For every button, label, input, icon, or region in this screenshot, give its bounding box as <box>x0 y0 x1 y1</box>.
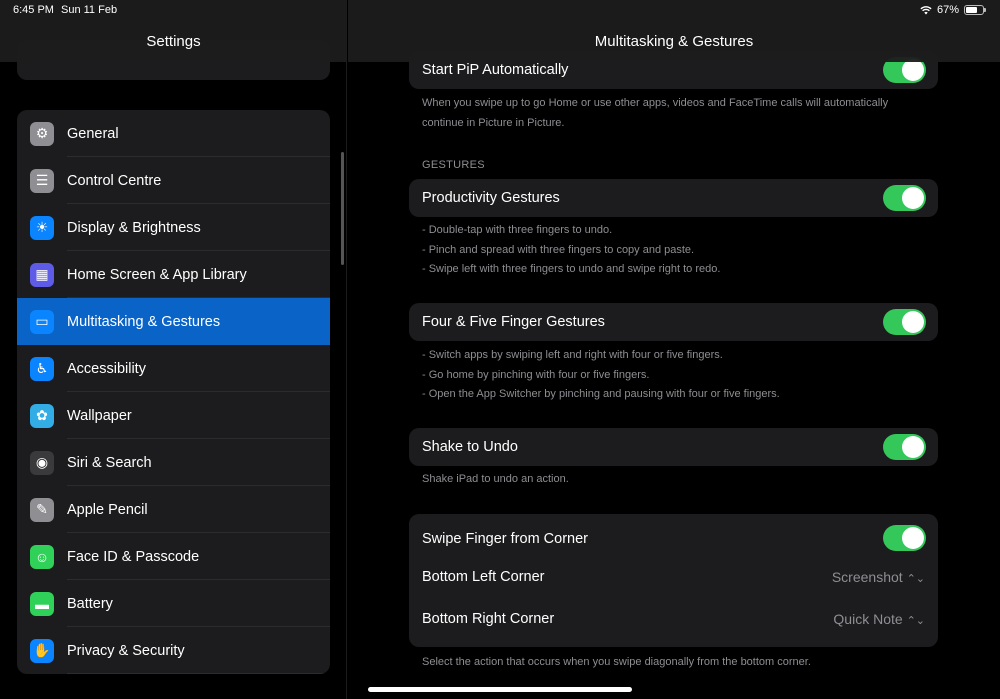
gear-icon: ⚙ <box>30 121 54 146</box>
productivity-row: Productivity Gestures <box>409 179 938 217</box>
toggle-knob <box>902 59 924 81</box>
sidebar-item-privacy-security[interactable]: ✋ Privacy & Security <box>17 627 330 674</box>
bottom-right-row[interactable]: Bottom Right Corner Quick Note ⌃⌄ <box>409 590 938 648</box>
toggle-knob <box>902 311 924 333</box>
productivity-note-line: - Double-tap with three fingers to undo. <box>422 224 613 236</box>
shake-note: Shake iPad to undo an action. <box>422 473 569 485</box>
battery-percent: 67% <box>936 4 959 16</box>
sun-icon: ☀ <box>30 215 54 240</box>
sidebar-list: ⚙ General ☰ Control Centre ☀ Display & Bright… <box>17 110 330 674</box>
sidebar-item-accessibility[interactable]: ♿ Accessibility <box>17 345 330 392</box>
sidebar-item-label: Home Screen & App Library <box>67 266 247 283</box>
bottom-right-label: Bottom Right Corner <box>422 611 555 627</box>
multitasking-icon: ▭ <box>30 309 54 334</box>
sidebar-item-label: Apple Pencil <box>67 501 148 518</box>
sidebar: Settings ⚙ General ☰ Control Centre ☀ Display… <box>0 0 347 699</box>
toggle-knob <box>902 187 924 209</box>
pip-note: When you swipe up to go Home or use othe… <box>422 94 888 133</box>
productivity-label: Productivity Gestures <box>422 190 560 206</box>
four-five-note-line: - Open the App Switcher by pinching and … <box>422 388 780 400</box>
sidebar-item-label: Battery <box>67 595 113 612</box>
bottom-left-row[interactable]: Bottom Left Corner Screenshot ⌃⌄ <box>409 564 938 590</box>
grid-icon: ▦ <box>30 262 54 287</box>
status-date: Sun 11 Feb <box>61 4 118 16</box>
bottom-right-value[interactable]: Quick Note ⌃⌄ <box>833 611 925 627</box>
sidebar-item-label: Display & Brightness <box>67 219 201 236</box>
sidebar-item-home-screen-app-library[interactable]: ▦ Home Screen & App Library <box>17 251 330 298</box>
productivity-note-line: - Pinch and spread with three fingers to… <box>422 243 695 256</box>
four-five-note-line: - Go home by pinching with four or five … <box>422 368 650 381</box>
gestures-section-header: GESTURES <box>422 159 485 171</box>
productivity-notes: - Double-tap with three fingers to undo.… <box>422 221 720 280</box>
shake-toggle[interactable] <box>883 434 926 460</box>
switches-icon: ☰ <box>30 168 54 193</box>
accessibility-icon: ♿ <box>30 356 54 381</box>
bottom-right-value-text: Quick Note <box>833 611 903 627</box>
siri-icon: ◉ <box>30 450 54 475</box>
sidebar-item-multitasking-gestures[interactable]: ▭ Multitasking & Gestures <box>17 298 330 345</box>
four-five-card: Four & Five Finger Gestures <box>409 303 938 341</box>
sidebar-item-display-brightness[interactable]: ☀ Display & Brightness <box>17 204 330 251</box>
status-time: 6:45 PM <box>13 4 54 16</box>
page-title: Multitasking & Gestures <box>594 33 754 50</box>
toggle-knob <box>902 436 924 458</box>
bottom-left-label: Bottom Left Corner <box>422 569 545 585</box>
bottom-left-value[interactable]: Screenshot ⌃⌄ <box>832 569 925 585</box>
detail-pane: Multitasking & Gestures Start PiP Automa… <box>348 0 1000 699</box>
bottom-left-value-text: Screenshot <box>831 569 903 585</box>
chevron-updown-icon: ⌃⌄ <box>906 615 925 627</box>
sidebar-scroll-indicator[interactable] <box>341 152 344 265</box>
status-right: 67% <box>920 4 986 16</box>
status-bar: 6:45 PM Sun 11 Feb 67% <box>0 0 1000 22</box>
four-five-label: Four & Five Finger Gestures <box>422 314 605 330</box>
corner-note: Select the action that occurs when you s… <box>422 656 811 668</box>
four-five-notes: - Switch apps by swiping left and right … <box>422 346 780 405</box>
sidebar-item-apple-pencil[interactable]: ✎ Apple Pencil <box>17 486 330 533</box>
four-five-toggle[interactable] <box>883 309 926 335</box>
hand-icon: ✋ <box>30 638 54 663</box>
corner-card: Swipe Finger from Corner Bottom Left Cor… <box>409 514 938 647</box>
corner-toggle[interactable] <box>883 525 926 551</box>
sidebar-item-label: General <box>67 125 119 142</box>
sidebar-item-wallpaper[interactable]: ✿ Wallpaper <box>17 392 330 439</box>
sidebar-item-control-centre[interactable]: ☰ Control Centre <box>17 157 330 204</box>
pip-label: Start PiP Automatically <box>422 62 569 78</box>
home-indicator[interactable] <box>368 687 632 692</box>
sidebar-item-label: Control Centre <box>67 172 162 189</box>
shake-card: Shake to Undo <box>409 428 938 466</box>
sidebar-item-label: Accessibility <box>67 360 146 377</box>
pencil-icon: ✎ <box>30 497 54 522</box>
four-five-row: Four & Five Finger Gestures <box>409 303 938 341</box>
corner-label: Swipe Finger from Corner <box>422 531 588 547</box>
faceid-icon: ☺ <box>30 544 54 569</box>
pip-note-line: When you swipe up to go Home or use othe… <box>422 97 889 109</box>
sidebar-item-label: Privacy & Security <box>67 642 185 659</box>
four-five-note-line: - Switch apps by swiping left and right … <box>422 349 723 361</box>
sidebar-item-general[interactable]: ⚙ General <box>17 110 330 157</box>
wifi-icon <box>920 6 932 15</box>
corner-row: Swipe Finger from Corner <box>409 514 938 564</box>
battery-icon <box>964 5 986 15</box>
battery-fill <box>966 7 977 13</box>
battery-icon: ▬ <box>30 591 54 616</box>
sidebar-item-battery[interactable]: ▬ Battery <box>17 580 330 627</box>
sidebar-item-label: Multitasking & Gestures <box>67 313 221 330</box>
toggle-knob <box>902 527 924 549</box>
sidebar-title: Settings <box>146 33 201 50</box>
productivity-toggle[interactable] <box>883 185 926 211</box>
sidebar-item-label: Face ID & Passcode <box>67 548 200 565</box>
sidebar-item-label: Wallpaper <box>67 407 132 424</box>
sidebar-item-label: Siri & Search <box>67 454 152 471</box>
productivity-card: Productivity Gestures <box>409 179 938 217</box>
pip-note-line: continue in Picture in Picture. <box>422 116 565 129</box>
sidebar-item-face-id-passcode[interactable]: ☺ Face ID & Passcode <box>17 533 330 580</box>
chevron-updown-icon: ⌃⌄ <box>906 573 925 585</box>
flower-icon: ✿ <box>30 403 54 428</box>
shake-row: Shake to Undo <box>409 428 938 466</box>
productivity-note-line: - Swipe left with three fingers to undo … <box>422 263 721 275</box>
sidebar-item-siri-search[interactable]: ◉ Siri & Search <box>17 439 330 486</box>
shake-label: Shake to Undo <box>422 439 518 455</box>
